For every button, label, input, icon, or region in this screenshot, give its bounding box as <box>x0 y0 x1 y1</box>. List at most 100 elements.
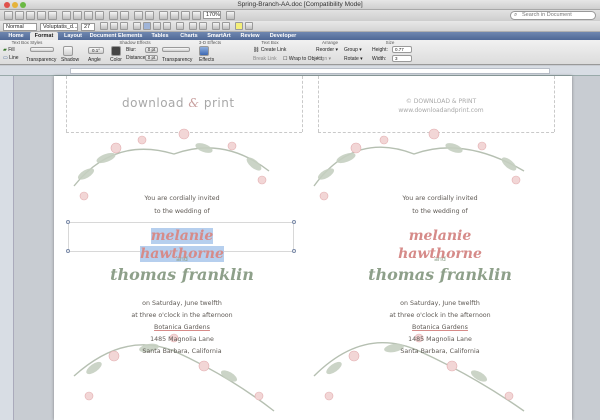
help-icon[interactable] <box>226 11 235 20</box>
style-select[interactable]: Normal <box>3 22 37 31</box>
create-link-button[interactable]: ⛓ Create Link <box>253 47 286 53</box>
venue-line: Botanica Gardens <box>154 324 210 331</box>
blur-field[interactable]: 0 pt <box>145 47 158 53</box>
align-right-icon[interactable] <box>153 22 161 30</box>
time-line: at three o'clock in the afternoon <box>389 312 491 319</box>
line-spacing-icon[interactable] <box>176 22 184 30</box>
zoom-window-icon[interactable] <box>20 2 26 8</box>
search-icon: ⌕ <box>514 12 518 18</box>
highlight-icon[interactable] <box>235 22 243 30</box>
increase-indent-icon[interactable] <box>222 22 230 30</box>
templates-icon[interactable] <box>15 11 24 20</box>
transparency-slider[interactable] <box>30 47 54 52</box>
ribbon-tab-smartart[interactable]: SmartArt <box>204 32 234 40</box>
new-document-icon[interactable] <box>4 11 13 20</box>
minimize-window-icon[interactable] <box>12 2 18 8</box>
invite-line-1: You are cordially invited <box>402 195 478 202</box>
rotate-button[interactable]: Rotate ▾ <box>344 56 363 62</box>
ribbon-tab-layout[interactable]: Layout <box>60 32 86 40</box>
close-window-icon[interactable] <box>4 2 10 8</box>
width-field[interactable]: 3 <box>392 55 412 62</box>
columns-icon[interactable] <box>170 11 179 20</box>
format-painter-icon[interactable] <box>95 11 104 20</box>
underline-icon[interactable] <box>120 22 128 30</box>
effects-icon[interactable] <box>199 46 209 56</box>
break-link-label: Break Link <box>253 56 277 62</box>
horizontal-ruler[interactable] <box>0 66 600 76</box>
ribbon-tab-document-elements[interactable]: Document Elements <box>88 32 144 40</box>
venue-line: Botanica Gardens <box>412 324 468 331</box>
save-icon[interactable] <box>37 11 46 20</box>
invite-line-1: You are cordially invited <box>144 195 220 202</box>
fill-button[interactable]: ▰ Fill <box>3 47 15 53</box>
align-center-icon[interactable] <box>143 22 151 30</box>
url-text: www.downloadandprint.com <box>398 107 484 114</box>
bold-icon[interactable] <box>100 22 108 30</box>
shadow-color-icon[interactable] <box>111 46 121 56</box>
logo-text-print: print <box>203 96 235 110</box>
italic-icon[interactable] <box>110 22 118 30</box>
logo-ampersand: & <box>188 96 200 110</box>
ribbon-tab-format[interactable]: Format <box>30 32 58 40</box>
resize-handle[interactable] <box>292 249 296 253</box>
group-button[interactable]: Group ▾ <box>344 47 362 53</box>
font-color-icon[interactable] <box>245 22 253 30</box>
height-field[interactable]: 0.77 <box>392 46 412 53</box>
city-line: Santa Barbara, California <box>142 348 222 355</box>
groom-name: thomas franklin <box>368 265 512 284</box>
cut-icon[interactable] <box>62 11 71 20</box>
break-link-button[interactable]: Break Link <box>253 56 277 62</box>
sidebar-icon[interactable] <box>181 11 190 20</box>
toolbox-icon[interactable] <box>192 11 201 20</box>
reorder-button[interactable]: Reorder ▾ <box>316 47 338 53</box>
group-title-shadow-effects: Shadow Effects <box>119 40 151 45</box>
ribbon-tab-home[interactable]: Home <box>4 32 28 40</box>
shadow-icon[interactable] <box>63 46 73 56</box>
table-icon[interactable] <box>159 11 168 20</box>
resize-handle[interactable] <box>292 220 296 224</box>
search-placeholder: Search in Document <box>522 12 572 18</box>
font-select[interactable]: Voluptatis_d... <box>40 22 78 31</box>
ribbon-tab-tables[interactable]: Tables <box>146 32 174 40</box>
ribbon-tab-developer[interactable]: Developer <box>266 32 300 40</box>
copy-icon[interactable] <box>73 11 82 20</box>
vertical-ruler[interactable] <box>0 76 14 420</box>
fill-label: Fill <box>8 47 15 53</box>
distance-field[interactable]: 0 pt <box>145 55 158 61</box>
resize-handle[interactable] <box>66 220 70 224</box>
ribbon-tab-review[interactable]: Review <box>236 32 264 40</box>
reorder-label: Reorder <box>316 47 335 53</box>
time-line: at three o'clock in the afternoon <box>131 312 233 319</box>
line-button[interactable]: ▭ Line <box>3 55 19 61</box>
group-title-arrange: Arrange <box>321 40 338 45</box>
formatting-toolbar: Normal Voluptatis_d... 27 <box>0 21 600 32</box>
search-input[interactable]: ⌕ Search in Document <box>510 11 596 20</box>
group-title-3d-effects: 3-D Effects <box>198 40 222 45</box>
font-size-select[interactable]: 27 <box>81 22 95 31</box>
numbered-list-icon[interactable] <box>199 22 207 30</box>
undo-icon[interactable] <box>109 11 118 20</box>
zoom-field[interactable]: 170% <box>203 11 221 19</box>
line-icon: ▭ <box>3 55 8 61</box>
numbering-icon[interactable] <box>145 11 154 20</box>
bullet-list-icon[interactable] <box>189 22 197 30</box>
ribbon-tab-charts[interactable]: Charts <box>176 32 202 40</box>
paste-icon[interactable] <box>84 11 93 20</box>
shadow-label: Shadow <box>61 57 80 63</box>
align-label: Align <box>316 56 328 62</box>
resize-handle[interactable] <box>66 249 70 253</box>
open-icon[interactable] <box>26 11 35 20</box>
align-left-icon[interactable] <box>133 22 141 30</box>
print-icon[interactable] <box>48 11 57 20</box>
shadow-transparency-slider[interactable] <box>162 47 190 52</box>
groom-name: thomas franklin <box>110 265 254 284</box>
height-label: Height: <box>372 47 388 53</box>
bullets-icon[interactable] <box>134 11 143 20</box>
align-button[interactable]: Align ▾ <box>316 56 331 62</box>
redo-icon[interactable] <box>120 11 129 20</box>
document-page[interactable]: download & print You are cordially invit… <box>54 76 572 420</box>
justify-icon[interactable] <box>163 22 171 30</box>
angle-field[interactable]: 0.1° <box>88 47 104 54</box>
decrease-indent-icon[interactable] <box>212 22 220 30</box>
and-text: and <box>434 256 446 263</box>
